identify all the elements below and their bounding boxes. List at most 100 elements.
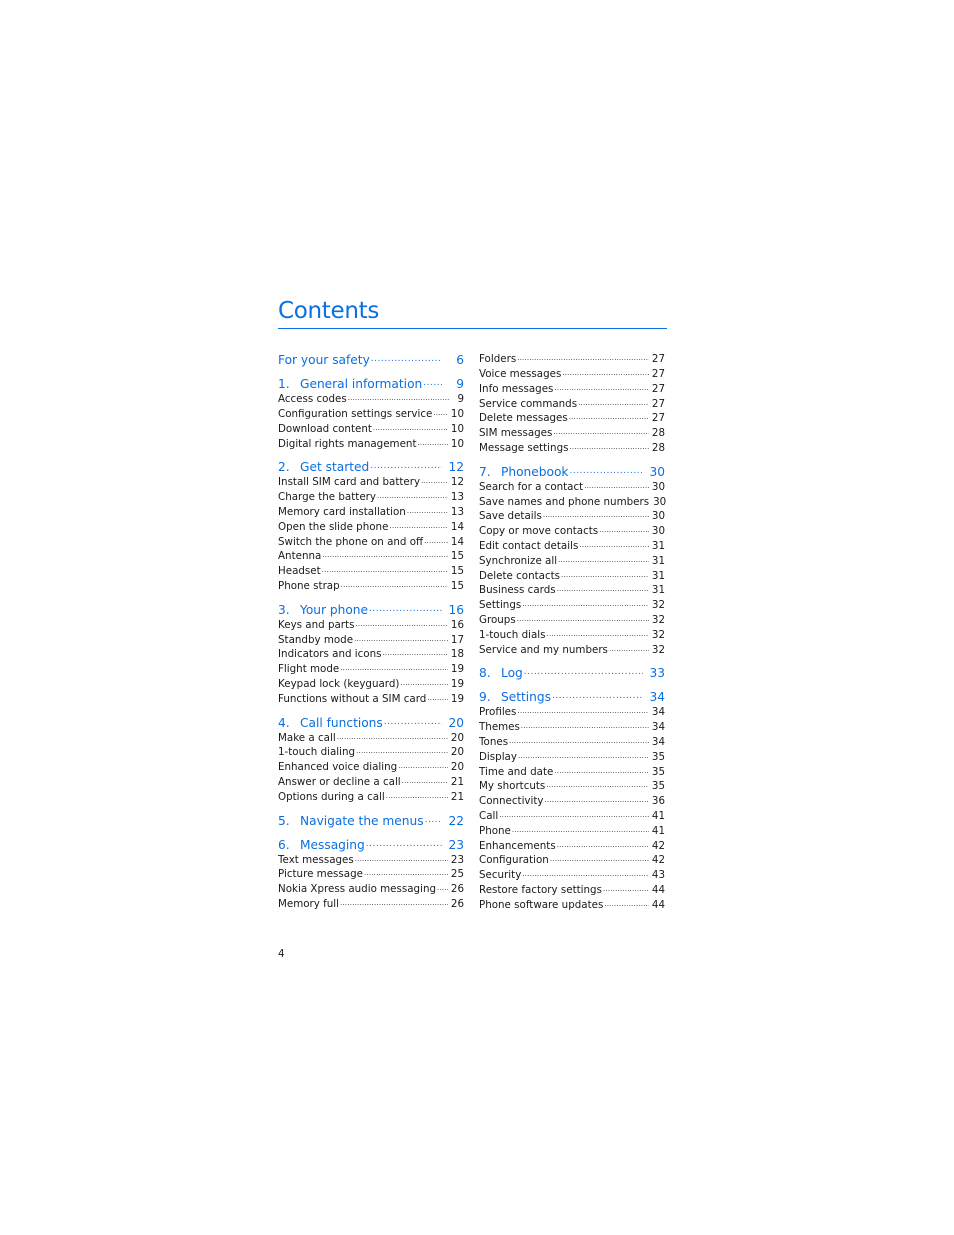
- toc-entry-link[interactable]: Memory card installation 13: [278, 505, 464, 520]
- entry-title: Enhancements: [479, 839, 556, 852]
- toc-chapter-link[interactable]: 6. Messaging 23: [278, 836, 464, 852]
- toc-entry-link[interactable]: Connectivity 36: [479, 794, 665, 809]
- toc-entry-link[interactable]: Delete messages 27: [479, 411, 665, 426]
- entry-title: My shortcuts: [479, 780, 546, 793]
- toc-entry-link[interactable]: Edit contact details 31: [479, 539, 665, 554]
- chapter-number: 2.: [278, 460, 290, 475]
- page-ref: 27: [651, 412, 665, 425]
- entry-title: Profiles: [479, 706, 517, 719]
- toc-entry-link[interactable]: Access codes 9: [278, 392, 464, 407]
- dot-leader: [377, 490, 448, 500]
- toc-entry-link[interactable]: Options during a call 21: [278, 790, 464, 805]
- toc-entry-link[interactable]: Restore factory settings 44: [479, 883, 665, 898]
- toc-entry-link[interactable]: Install SIM card and battery 12: [278, 475, 464, 490]
- page-ref: 21: [450, 790, 464, 803]
- toc-entry-link[interactable]: Memory full 26: [278, 897, 464, 912]
- toc-entry-link[interactable]: Make a call 20: [278, 730, 464, 745]
- toc-entry-link[interactable]: Functions without a SIM card 19: [278, 692, 464, 707]
- toc-entry-link[interactable]: Phone software updates 44: [479, 898, 665, 913]
- toc-entry-link[interactable]: Indicators and icons 18: [278, 647, 464, 662]
- toc-entry-link[interactable]: Download content 10: [278, 422, 464, 437]
- toc-entry-link[interactable]: Nokia Xpress audio messaging 26: [278, 882, 464, 897]
- toc-entry-link[interactable]: Message settings 28: [479, 441, 665, 456]
- toc-entry-link[interactable]: Business cards 31: [479, 583, 665, 598]
- toc-entry-link[interactable]: Display 35: [479, 750, 665, 765]
- toc-chapter-link[interactable]: 4. Call functions 20: [278, 714, 464, 730]
- toc-entry-link[interactable]: Service commands 27: [479, 396, 665, 411]
- toc-entry-link[interactable]: Call 41: [479, 809, 665, 824]
- dot-leader: [371, 352, 442, 364]
- toc-entry-link[interactable]: 1-touch dials 32: [479, 628, 665, 643]
- toc-chapter-link[interactable]: 7. Phonebook 30: [479, 464, 665, 480]
- dot-leader: [373, 422, 448, 432]
- toc-entry-link[interactable]: Tones 34: [479, 735, 665, 750]
- dot-leader: [389, 520, 447, 530]
- toc-entry-link[interactable]: Folders 27: [479, 352, 665, 367]
- toc-entry-link[interactable]: SIM messages 28: [479, 426, 665, 441]
- toc-entry-link[interactable]: Open the slide phone 14: [278, 520, 464, 535]
- entry-title: Enhanced voice dialing: [278, 761, 398, 774]
- toc-entry-link[interactable]: Phone 41: [479, 824, 665, 839]
- toc-entry-link[interactable]: My shortcuts 35: [479, 779, 665, 794]
- toc-entry-link[interactable]: Headset 15: [278, 564, 464, 579]
- toc-entry-link[interactable]: Search for a contact 30: [479, 480, 665, 495]
- toc-entry-link[interactable]: Charge the battery 13: [278, 490, 464, 505]
- toc-entry-link[interactable]: Service and my numbers 32: [479, 642, 665, 657]
- dot-leader: [322, 549, 448, 560]
- entry-title: Business cards: [479, 584, 556, 597]
- dot-leader: [584, 480, 649, 490]
- toc-chapter-link[interactable]: 5. Navigate the menus 22: [278, 812, 464, 828]
- toc-entry-link[interactable]: Save details 30: [479, 509, 665, 524]
- toc-entry-link[interactable]: Info messages 27: [479, 382, 665, 397]
- toc-entry-link[interactable]: Synchronize all 31: [479, 554, 665, 569]
- toc-entry-link[interactable]: Antenna 15: [278, 549, 464, 564]
- toc-right-column: Folders 27 Voice messages 27 Info messages 27…: [479, 352, 666, 913]
- toc-chapter-link[interactable]: For your safety 6: [278, 352, 464, 368]
- toc-entry-link[interactable]: Digital rights management 10: [278, 436, 464, 451]
- page-ref: 31: [651, 569, 665, 582]
- toc-entry-link[interactable]: Answer or decline a call 21: [278, 775, 464, 790]
- toc-entry-link[interactable]: Text messages 23: [278, 852, 464, 867]
- toc-entry-link[interactable]: Themes 34: [479, 720, 665, 735]
- toc-entry-link[interactable]: Standby mode 17: [278, 632, 464, 647]
- toc-entry-link[interactable]: Phone strap 15: [278, 579, 464, 594]
- dot-leader: [356, 745, 448, 756]
- toc-entry-link[interactable]: Switch the phone on and off 14: [278, 534, 464, 549]
- entry-title: Themes: [479, 721, 520, 734]
- toc-entry-link[interactable]: Copy or move contacts 30: [479, 524, 665, 539]
- toc-entry-link[interactable]: Flight mode 19: [278, 662, 464, 677]
- toc-entry-link[interactable]: Keypad lock (keyguard) 19: [278, 677, 464, 692]
- toc-entry-link[interactable]: Configuration settings service 10: [278, 407, 464, 422]
- dot-leader: [370, 459, 442, 471]
- toc-entry-link[interactable]: Settings 32: [479, 598, 665, 613]
- chapter-title: Messaging: [300, 837, 365, 852]
- toc-chapter-link[interactable]: 8. Log 33: [479, 665, 665, 681]
- entry-title: Antenna: [278, 550, 322, 563]
- toc-entry-link[interactable]: Time and date 35: [479, 764, 665, 779]
- entry-title: Keys and parts: [278, 618, 355, 631]
- title-divider: [278, 328, 667, 329]
- dot-leader: [609, 642, 649, 653]
- toc-entry-link[interactable]: Voice messages 27: [479, 367, 665, 382]
- toc-chapter-link[interactable]: 2. Get started 12: [278, 459, 464, 475]
- entry-title: Security: [479, 869, 522, 882]
- entry-title: Settings: [479, 599, 522, 612]
- toc-entry-link[interactable]: Enhanced voice dialing 20: [278, 760, 464, 775]
- page-ref: 23: [450, 853, 464, 866]
- page-ref: 26: [450, 883, 464, 896]
- toc-chapter-link[interactable]: 9. Settings 34: [479, 689, 665, 705]
- toc-entry-link[interactable]: Configuration 42: [479, 853, 665, 868]
- toc-chapter-link[interactable]: 1. General information 9: [278, 376, 464, 392]
- toc-entry-link[interactable]: 1-touch dialing 20: [278, 745, 464, 760]
- toc-entry-link[interactable]: Enhancements 42: [479, 838, 665, 853]
- toc-entry-link[interactable]: Profiles 34: [479, 705, 665, 720]
- page-ref: 20: [450, 731, 464, 744]
- toc-entry-link[interactable]: Groups 32: [479, 613, 665, 628]
- toc-entry-link[interactable]: Picture message 25: [278, 867, 464, 882]
- toc-entry-link[interactable]: Keys and parts 16: [278, 618, 464, 633]
- page-ref: 27: [651, 353, 665, 366]
- toc-entry-link[interactable]: Save names and phone numbers 30: [479, 494, 666, 509]
- toc-entry-link[interactable]: Security 43: [479, 868, 665, 883]
- toc-chapter-link[interactable]: 3. Your phone 16: [278, 602, 464, 618]
- toc-entry-link[interactable]: Delete contacts 31: [479, 568, 665, 583]
